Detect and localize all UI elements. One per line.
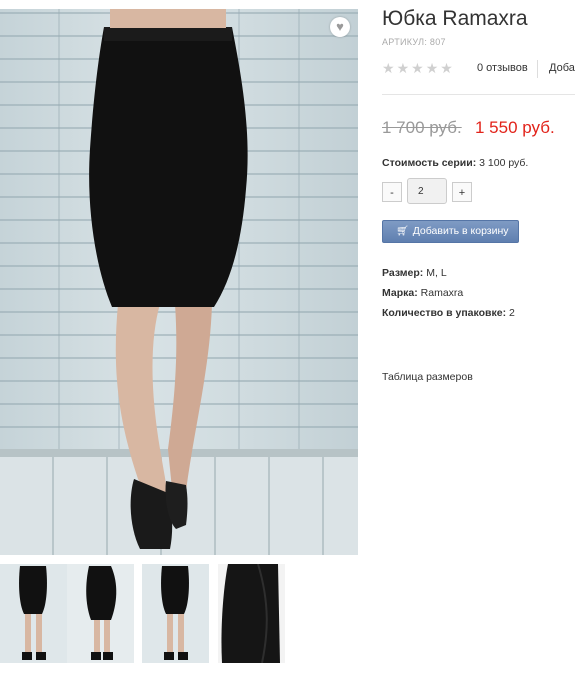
brand-info: Марка: Ramaxra bbox=[382, 287, 463, 299]
add-to-cart-button[interactable]: 🛒︎ Добавить в корзину bbox=[382, 220, 519, 243]
thumbnail-3[interactable] bbox=[142, 564, 209, 663]
series-cost-label: Стоимость серии: bbox=[382, 157, 477, 169]
product-sku: АРТИКУЛ: 807 bbox=[382, 37, 446, 47]
product-title: Юбка Ramaxra bbox=[382, 7, 528, 30]
pack-value: 2 bbox=[509, 307, 515, 319]
quantity-decrease-button[interactable]: - bbox=[382, 182, 402, 202]
reviews-count-link[interactable]: 0 отзывов bbox=[477, 62, 528, 74]
thumbnail-4[interactable] bbox=[218, 564, 285, 663]
star-icon[interactable]: ★ bbox=[397, 60, 410, 76]
pack-info: Количество в упаковке: 2 bbox=[382, 307, 515, 319]
quantity-input[interactable] bbox=[407, 178, 447, 204]
series-cost: Стоимость серии: 3 100 руб. bbox=[382, 157, 528, 169]
divider bbox=[382, 94, 575, 95]
cart-icon: 🛒︎ bbox=[396, 226, 409, 237]
thumbnail-1[interactable] bbox=[0, 564, 67, 663]
product-main-image[interactable]: ♥ bbox=[0, 9, 358, 555]
size-label: Размер: bbox=[382, 267, 424, 279]
add-to-cart-label: Добавить в корзину bbox=[412, 225, 509, 237]
brand-label: Марка: bbox=[382, 287, 418, 299]
size-table-link[interactable]: Таблица размеров bbox=[382, 371, 473, 383]
star-icon[interactable]: ★ bbox=[382, 60, 395, 76]
model-figure bbox=[89, 9, 248, 549]
size-info: Размер: M, L bbox=[382, 267, 447, 279]
star-icon[interactable]: ★ bbox=[426, 60, 439, 76]
add-review-link[interactable]: Добавить отзыв bbox=[549, 62, 575, 74]
size-value: M, L bbox=[426, 267, 447, 279]
divider bbox=[537, 60, 538, 78]
series-cost-value: 3 100 руб. bbox=[479, 157, 529, 169]
star-icon[interactable]: ★ bbox=[440, 60, 453, 76]
brand-value: Ramaxra bbox=[420, 287, 464, 299]
pack-label: Количество в упаковке: bbox=[382, 307, 507, 319]
star-icon[interactable]: ★ bbox=[411, 60, 424, 76]
quantity-increase-button[interactable]: + bbox=[452, 182, 472, 202]
rating-row: ★★★★★ 0 отзывов Добавить отзыв bbox=[382, 60, 575, 78]
old-price: 1 700 руб. bbox=[382, 118, 462, 137]
new-price: 1 550 руб. bbox=[475, 118, 555, 137]
heart-icon[interactable]: ♥ bbox=[330, 17, 350, 37]
thumbnail-2[interactable] bbox=[67, 564, 134, 663]
